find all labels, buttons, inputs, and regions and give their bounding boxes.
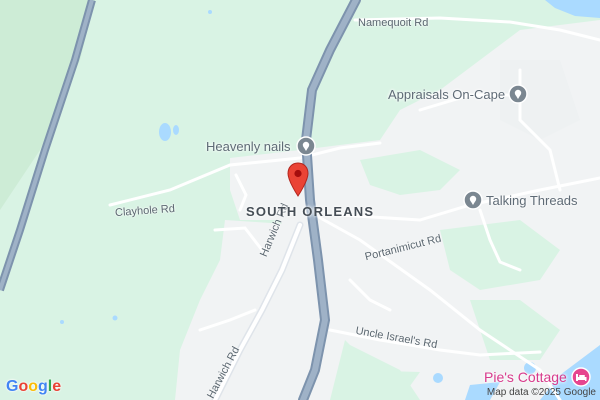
- logo-letter: g: [38, 378, 48, 395]
- place-marker-icon: [508, 84, 528, 104]
- poi-talking-threads[interactable]: Talking Threads: [463, 190, 578, 210]
- logo-letter: G: [6, 378, 19, 395]
- location-pin-icon[interactable]: [286, 162, 310, 198]
- poi-heavenly-nails[interactable]: Heavenly nails: [206, 136, 316, 156]
- poi-pies-cottage[interactable]: Pie's Cottage: [484, 367, 591, 387]
- road-label-namequoit: Namequoit Rd: [358, 17, 429, 29]
- poi-label: Talking Threads: [486, 192, 578, 208]
- map-canvas[interactable]: Namequoit Rd Clayhole Rd Harwich Rd Harw…: [0, 0, 600, 400]
- logo-letter: o: [28, 378, 39, 395]
- poi-label: Pie's Cottage: [484, 369, 567, 385]
- logo-letter: o: [18, 378, 29, 395]
- place-marker-icon: [463, 190, 483, 210]
- lodging-bed-icon: [571, 367, 591, 387]
- google-logo[interactable]: Google: [6, 378, 61, 396]
- poi-label: Appraisals On-Cape: [388, 86, 506, 102]
- area-label: SOUTH ORLEANS: [246, 204, 375, 219]
- poi-label: Heavenly nails: [206, 138, 291, 154]
- place-marker-icon: [295, 136, 316, 156]
- logo-letter: e: [52, 378, 62, 395]
- poi-appraisals-on-cape[interactable]: Appraisals On-Cape: [388, 84, 528, 104]
- map-attribution[interactable]: Map data ©2025 Google: [487, 387, 596, 398]
